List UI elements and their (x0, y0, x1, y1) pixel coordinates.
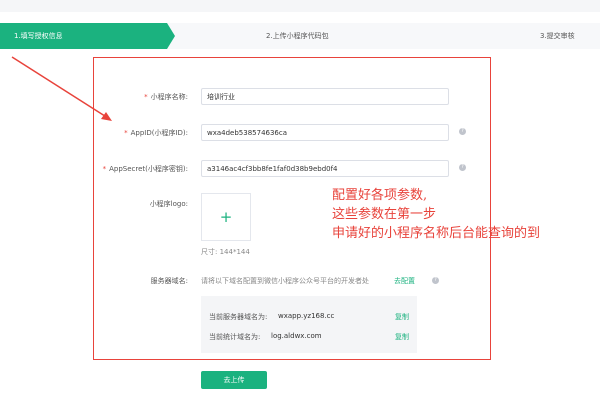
top-strip (0, 0, 600, 12)
domain-help-icon[interactable]: ? (432, 277, 439, 284)
appsecret-label: * AppSecret(小程序密钥): (102, 165, 188, 173)
steps-bar: 1.填写授权信息 2.上传小程序代码包 3.提交审核 (0, 23, 600, 49)
logo-size-hint: 尺寸: 144*144 (201, 248, 250, 256)
appsecret-input[interactable]: a3146ac4cf3bb8fe1faf0d38b9ebd0f4 (201, 160, 449, 177)
mini-program-name-input[interactable]: 培训行业 (201, 88, 449, 105)
appid-input[interactable]: wxa4deb538574636ca (201, 124, 449, 141)
appid-help-icon[interactable]: ? (459, 128, 466, 135)
mini-program-name-label: * 小程序名称: (144, 93, 188, 101)
plus-icon: + (219, 208, 233, 226)
step-2-upload-package[interactable]: 2.上传小程序代码包 (266, 23, 329, 49)
server-domain-label: 服务器域名: (150, 277, 188, 285)
annotation-line-3: 申请好的小程序名称后台能查询的到 (332, 226, 541, 241)
annotation-line-1: 配置好各项参数, (332, 188, 428, 203)
stats-domain-row-label: 当前统计域名为: (209, 333, 261, 341)
copy-server-domain-button[interactable]: 复制 (395, 312, 409, 322)
server-domain-hint: 请将以下域名配置到微信小程序公众号平台的开发者处 (201, 277, 369, 285)
logo-label: 小程序logo: (149, 200, 188, 208)
configure-link[interactable]: 去配置 (394, 276, 415, 286)
step-1-fill-authorization[interactable]: 1.填写授权信息 (14, 23, 63, 49)
server-domain-row-label: 当前服务器域名为: (209, 313, 268, 321)
appsecret-help-icon[interactable]: ? (459, 164, 466, 171)
copy-stats-domain-button[interactable]: 复制 (395, 332, 409, 342)
annotation-line-2: 这些参数在第一步 (332, 207, 437, 222)
domain-info-panel: 当前服务器域名为: wxapp.yz168.cc 复制 当前统计域名为: log… (201, 296, 417, 353)
logo-upload-box[interactable]: + (201, 193, 251, 241)
step-3-submit-review[interactable]: 3.提交审核 (540, 23, 575, 49)
server-domain-value: wxapp.yz168.cc (278, 312, 335, 320)
appid-label: * AppID(小程序ID): (124, 129, 188, 137)
annotation-text: 配置好各项参数, 这些参数在第一步 申请好的小程序名称后台能查询的到 (332, 186, 540, 243)
upload-button[interactable]: 去上传 (201, 371, 267, 389)
stats-domain-value: log.aldwx.com (271, 332, 322, 340)
